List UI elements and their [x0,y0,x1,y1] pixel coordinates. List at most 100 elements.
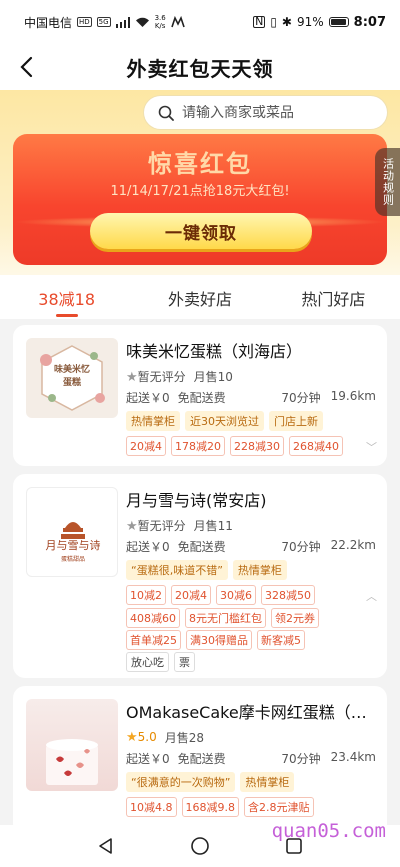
distance: 19.6km [330,389,376,403]
star-icon: ★ [126,519,138,534]
carrier-label: 中国电信 [24,15,73,30]
back-chevron-icon [20,56,33,78]
delivery-info: 起送￥0 免配送费 70分钟 23.4km [126,750,376,767]
delivery-fee: 免配送费 [177,752,226,766]
monthly-sales: 月售11 [193,519,233,533]
vibrate-icon: ▯ [270,15,277,29]
discount-tags: 10减4.8 168减9.8 含2.8元津贴 [126,797,314,817]
shop-rating: 暂无评分 [137,519,186,533]
bluetooth-icon: ✱ [281,15,292,29]
star-icon: ★ [126,730,138,745]
feature-tag: 热情掌柜 [126,411,180,431]
feature-tag: 热情掌柜 [232,560,287,580]
network-speed: 3.6 K/s [154,14,166,30]
shop-card[interactable]: 味美米忆 蛋糕 味美米忆蛋糕（刘海店） ★暂无评分 月售10 起送￥0 免配送费 … [13,325,387,466]
min-order: 起送￥0 [126,752,170,766]
red-packet-banner: 惊喜红包 11/14/17/21点抢18元大红包! 一键领取 [13,134,387,265]
claim-all-button[interactable]: 一键领取 [90,213,312,249]
site-watermark: quan05.com [271,820,386,842]
feature-tags: “蛋糕很,味道不错” 热情掌柜 [126,560,287,580]
feature-tag: 热情掌柜 [240,772,295,792]
discount-tag: 20减4 [126,436,166,456]
review-tag: “很满意的一次购物” [126,772,236,792]
page-title: 外卖红包天天领 [126,56,274,81]
hd-badge: HD [77,17,92,27]
shop-rating: 暂无评分 [137,370,186,384]
discount-tag: 新客减5 [257,630,305,650]
nav-home-circle-icon[interactable] [190,836,210,856]
discount-tag: 178减20 [171,436,225,456]
feature-tags: 热情掌柜 近30天浏览过 门店上新 [126,411,323,431]
tab-good-takeout-shops[interactable]: 外卖好店 [133,275,266,319]
min-order: 起送￥0 [126,391,170,405]
shop-logo-image [46,739,98,785]
shop-card[interactable]: OMakaseCake摩卡网红蛋糕（… ★5.0 月售28 起送￥0 免配送费 … [13,686,387,836]
discount-tag: 领2元券 [271,608,319,628]
shop-name: OMakaseCake摩卡网红蛋糕（… [126,703,367,722]
discount-tag: 含2.8元津贴 [244,797,314,817]
delivery-time: 70分钟 [281,752,321,766]
shop-meta: ★5.0 月售28 [126,729,204,746]
expand-chevron-icon[interactable]: ﹀ [366,439,377,455]
service-tag: 票 [174,652,195,672]
shop-thumbnail: 味美米忆 蛋糕 [26,338,118,418]
discount-tags: 首单减25 满30得赠品 新客减5 [126,630,305,650]
shop-thumbnail: 月与雪与诗 蛋糕甜品 [26,487,118,577]
delivery-info: 起送￥0 免配送费 70分钟 22.2km [126,538,376,555]
wifi-icon [135,17,149,27]
shop-rating: 5.0 [137,730,157,744]
discount-tag: 20减4 [171,585,211,605]
nav-back-triangle-icon[interactable] [97,837,115,855]
search-input[interactable] [182,104,372,121]
discount-tag: 首单减25 [126,630,181,650]
delivery-info: 起送￥0 免配送费 70分钟 19.6km [126,389,376,406]
shop-logo-text: 味美米忆 蛋糕 [53,365,90,388]
delivery-time: 70分钟 [281,391,321,405]
shop-meta: ★暂无评分 月售11 [126,517,233,534]
network-badge: 5G [96,17,111,27]
feature-tag: 近30天浏览过 [185,411,264,431]
discount-tag: 228减30 [230,436,284,456]
nav-bar: 外卖红包天天领 [0,44,400,90]
search-bar[interactable] [144,96,387,129]
search-icon [158,105,174,121]
discount-tags: 408减60 8元无门槛红包 领2元券 [126,608,319,628]
discount-tag: 8元无门槛红包 [185,608,266,628]
back-button[interactable] [12,53,40,81]
discount-tag: 168减9.8 [181,797,239,817]
shop-thumbnail [26,699,118,791]
shop-meta: ★暂无评分 月售10 [126,368,233,385]
distance: 22.2km [330,538,376,552]
status-bar: 中国电信 HD 5G 3.6 K/s N ▯ ✱ 91% 8:07 [0,0,400,44]
activity-rules-button[interactable]: 活动规则 [375,148,400,216]
banner-title: 惊喜红包 [148,150,252,178]
min-order: 起送￥0 [126,540,170,554]
star-icon: ★ [126,370,138,385]
battery-percent: 91% [296,15,324,29]
tab-bar: 38减18 外卖好店 热门好店 [0,275,400,319]
collapse-chevron-icon[interactable]: ︿ [366,588,377,604]
review-tag: “蛋糕很,味道不错” [126,560,228,580]
nfc-icon: N [253,15,266,28]
feature-tags: “很满意的一次购物” 热情掌柜 [126,772,295,792]
distance: 23.4km [330,750,376,764]
clock: 8:07 [353,14,386,30]
tab-popular-shops[interactable]: 热门好店 [267,275,400,319]
shop-card[interactable]: 月与雪与诗 蛋糕甜品 月与雪与诗(常安店) ★暂无评分 月售11 起送￥0 免配送… [13,474,387,678]
feature-tag: 门店上新 [269,411,323,431]
app-notification-icon [170,16,185,28]
service-tags: 放心吃 票 [126,652,195,672]
banner-subtitle: 11/14/17/21点抢18元大红包! [110,184,290,199]
delivery-time: 70分钟 [281,540,321,554]
monthly-sales: 月售10 [193,370,233,384]
discount-tag: 30减6 [216,585,256,605]
battery-icon [328,17,349,27]
discount-tag: 满30得赠品 [186,630,252,650]
delivery-fee: 免配送费 [177,391,226,405]
tab-38-minus-18[interactable]: 38减18 [0,275,133,319]
discount-tag: 408减60 [126,608,180,628]
discount-tag: 328减50 [261,585,315,605]
discount-tags: 20减4 178减20 228减30 268减40 [126,436,343,456]
shop-name: 月与雪与诗(常安店) [126,491,267,510]
monthly-sales: 月售28 [164,731,205,745]
